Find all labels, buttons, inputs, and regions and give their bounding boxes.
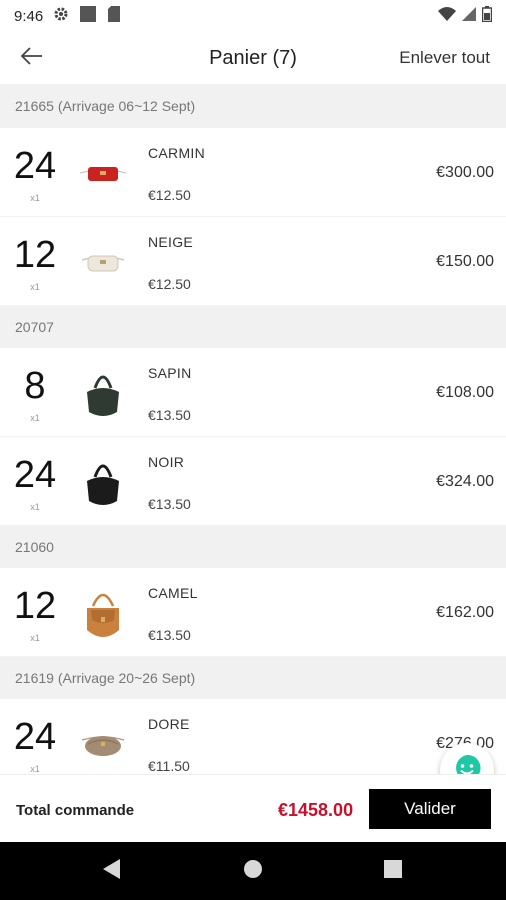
product-image: [78, 366, 128, 420]
item-total-price: €324.00: [436, 473, 494, 490]
product-image: [78, 455, 128, 509]
item-quantity-unit: x1: [30, 282, 40, 292]
order-total-value: €1458.00: [278, 800, 354, 820]
product-image: [78, 235, 128, 289]
cart-list[interactable]: 21665 (Arrivage 06~12 Sept) 24 x1 CARMIN €12…: [0, 84, 506, 774]
item-quantity-unit: x1: [30, 502, 40, 512]
status-time: 9:46: [14, 7, 44, 25]
system-nav-bar: [0, 842, 506, 900]
status-left: 9:46: [14, 5, 121, 27]
product-unit-price: €12.50: [148, 276, 191, 292]
nav-back-button[interactable]: [96, 856, 128, 886]
order-summary-bar: Total commande €1458.00 Valider: [0, 774, 506, 842]
app-bar: Panier (7) Enlever tout: [0, 32, 506, 84]
battery-icon: [481, 6, 493, 26]
product-unit-price: €13.50: [148, 496, 191, 512]
product-image: [78, 717, 128, 771]
order-total-label: Total commande: [16, 802, 135, 819]
item-total-price: €108.00: [436, 384, 494, 401]
item-quantity[interactable]: 8: [0, 366, 70, 406]
product-unit-price: €12.50: [148, 187, 191, 203]
item-quantity[interactable]: 12: [0, 586, 70, 626]
item-quantity[interactable]: 12: [0, 235, 70, 275]
item-quantity-unit: x1: [30, 193, 40, 203]
square-icon: [79, 5, 97, 27]
gear-icon: [53, 6, 69, 26]
product-color-name: NOIR: [148, 454, 185, 470]
back-button[interactable]: [0, 32, 64, 84]
item-quantity-unit: x1: [30, 633, 40, 643]
product-color-name: NEIGE: [148, 234, 194, 250]
item-quantity-unit: x1: [30, 413, 40, 423]
group-header: 21619 (Arrivage 20~26 Sept): [0, 657, 506, 699]
status-bar: 9:46: [0, 0, 506, 32]
arrow-left-icon: [20, 46, 44, 71]
product-image: [78, 146, 128, 200]
item-quantity[interactable]: 24: [0, 717, 70, 757]
product-color-name: CAMEL: [148, 585, 198, 601]
nav-recents-button[interactable]: [377, 856, 409, 886]
group-header: 20707: [0, 306, 506, 348]
item-quantity-unit: x1: [30, 764, 40, 774]
item-quantity[interactable]: 24: [0, 455, 70, 495]
product-unit-price: €11.50: [148, 758, 190, 774]
product-color-name: DORE: [148, 716, 190, 732]
product-unit-price: €13.50: [148, 627, 191, 643]
product-image: [78, 586, 128, 640]
wifi-icon: [438, 7, 456, 25]
cart-item[interactable]: 24x1DORE€11.50€276.00: [0, 699, 506, 774]
product-color-name: SAPIN: [148, 365, 192, 381]
cart-item[interactable]: 24 x1 NOIR €13.50 €324.00: [0, 437, 506, 526]
item-total-price: €162.00: [436, 604, 494, 621]
item-quantity[interactable]: 24: [0, 146, 70, 186]
cart-item[interactable]: 12 x1 NEIGE €12.50 €150.00: [0, 217, 506, 306]
home-circle-icon: [243, 859, 263, 884]
nav-home-button[interactable]: [237, 856, 269, 886]
item-total-price: €300.00: [436, 164, 494, 181]
clear-all-button[interactable]: Enlever tout: [399, 48, 490, 68]
cart-item[interactable]: 8 x1 SAPIN €13.50 €108.00: [0, 348, 506, 437]
product-unit-price: €13.50: [148, 407, 191, 423]
signal-icon: [462, 7, 476, 25]
group-header: 21665 (Arrivage 06~12 Sept): [0, 84, 506, 128]
cart-item[interactable]: 12 x1 CAMEL €13.50 €162.00: [0, 568, 506, 657]
sim-card-icon: [107, 6, 121, 26]
validate-button[interactable]: Valider: [369, 789, 491, 829]
item-total-price: €150.00: [436, 253, 494, 270]
cart-item[interactable]: 24 x1 CARMIN €12.50 €300.00: [0, 128, 506, 217]
recents-square-icon: [383, 859, 403, 884]
group-header: 21060: [0, 526, 506, 568]
back-triangle-icon: [102, 858, 122, 885]
status-right: [438, 6, 493, 26]
product-color-name: CARMIN: [148, 145, 206, 161]
